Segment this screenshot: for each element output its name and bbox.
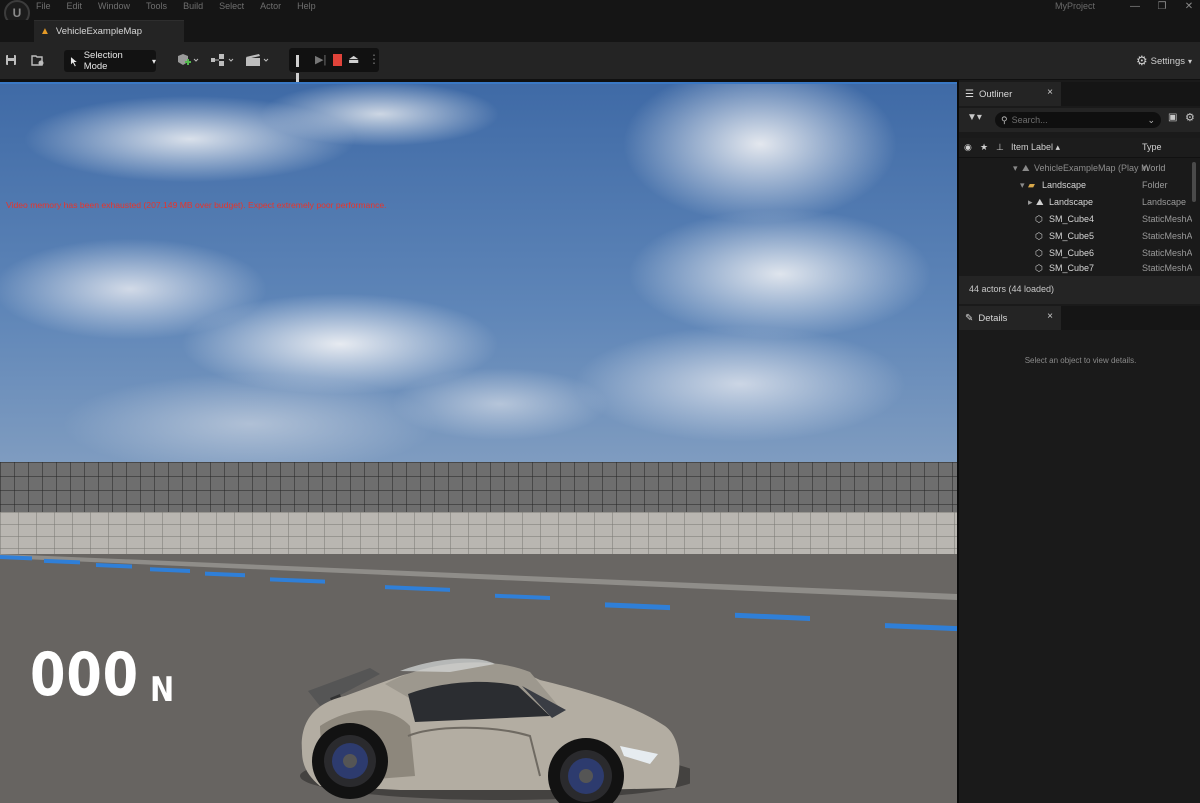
selection-mode-label: Selection Mode	[83, 50, 123, 72]
menu-select[interactable]: Select	[219, 0, 251, 12]
row-label: SM_Cube4	[1049, 214, 1095, 224]
more-options-icon[interactable]: ⋮	[368, 52, 380, 66]
pause-button[interactable]	[296, 54, 306, 85]
row-label: Landscape	[1049, 197, 1094, 207]
outliner-header: ◉ ★ ⊥ Item Label ▴ Type	[959, 138, 1200, 158]
outliner-tab[interactable]: ☰ Outliner ×	[959, 82, 1061, 106]
row-type: StaticMeshAc	[1142, 248, 1192, 258]
outliner-row[interactable]: ⬡ SM_Cube6 StaticMeshAc	[959, 245, 1195, 262]
level-viewport[interactable]: Video memory has been exhausted (207.149…	[0, 82, 957, 803]
menu-help[interactable]: Help	[297, 0, 323, 12]
gear-indicator: N	[150, 670, 175, 710]
outliner-search-input[interactable]: ⚲ Search... ⌄	[995, 112, 1161, 128]
unreal-editor-window: U File Edit Window Tools Build Select Ac…	[0, 0, 1200, 803]
settings-button[interactable]: ⚙ Settings ▾	[1136, 53, 1192, 69]
maximize-button[interactable]: ❐	[1155, 0, 1169, 14]
outliner-row[interactable]: ▸ ⛰ Landscape Landscape	[959, 194, 1195, 211]
outliner-search-row: ▼▾ ⚲ Search... ⌄ ▣ ⚙	[959, 108, 1200, 132]
row-type: Folder	[1142, 180, 1168, 190]
cinematics-icon[interactable]	[245, 53, 271, 70]
project-name: MyProject	[1055, 1, 1096, 11]
vehicle	[300, 658, 690, 803]
static-mesh-icon: ⬡	[1035, 248, 1043, 258]
sky	[0, 84, 957, 464]
item-label-column[interactable]: Item Label ▴	[1011, 142, 1060, 153]
outliner-row[interactable]: ▾ ⛰ VehicleExampleMap (Play In World	[959, 160, 1195, 177]
warning-icon: ▲	[40, 26, 50, 37]
main-menu: File Edit Window Tools Build Select Acto…	[36, 0, 332, 12]
gear-icon[interactable]: ⚙	[1185, 111, 1195, 124]
selection-mode-dropdown[interactable]: Selection Mode ▾	[64, 50, 156, 72]
row-type: StaticMeshAc	[1142, 263, 1192, 273]
row-label: VehicleExampleMap (Play In	[1034, 163, 1149, 173]
video-memory-warning: Video memory has been exhausted (207.149…	[6, 200, 387, 210]
static-mesh-icon: ⬡	[1035, 214, 1043, 224]
menu-build[interactable]: Build	[183, 0, 210, 12]
outliner-tab-label: Outliner	[978, 88, 1013, 100]
type-column[interactable]: Type	[1142, 142, 1162, 152]
add-actor-icon[interactable]	[176, 53, 200, 70]
outliner-row[interactable]: ▾ ▰ Landscape Folder	[959, 177, 1195, 194]
visibility-icon[interactable]: ◉	[964, 142, 972, 153]
menu-edit[interactable]: Edit	[67, 0, 90, 12]
collapse-arrow-icon[interactable]: ▸	[1028, 194, 1033, 211]
eject-icon[interactable]: ⏏	[348, 52, 359, 66]
search-icon: ⚲	[1001, 114, 1008, 125]
world-icon: ⛰	[1022, 163, 1030, 173]
chevron-down-icon: ▾	[1187, 56, 1192, 66]
add-folder-icon[interactable]: ▣	[1168, 112, 1177, 123]
grid-wall	[0, 462, 957, 514]
step-frame-icon[interactable]: ▶|	[315, 53, 326, 66]
menu-file[interactable]: File	[36, 0, 58, 12]
expand-arrow-icon[interactable]: ▾	[1020, 177, 1025, 194]
outliner-row[interactable]: ⬡ SM_Cube5 StaticMeshAc	[959, 228, 1195, 245]
outliner-icon: ☰	[965, 88, 974, 100]
row-type: Landscape	[1142, 197, 1187, 207]
cursor-icon	[70, 56, 77, 66]
row-type: StaticMeshAc	[1142, 214, 1192, 224]
content-browser-icon[interactable]	[31, 54, 45, 70]
menu-actor[interactable]: Actor	[260, 0, 288, 12]
row-type: World	[1142, 163, 1166, 173]
outliner-row[interactable]: ⬡ SM_Cube4 StaticMeshAc	[959, 211, 1195, 228]
blueprint-icon[interactable]	[210, 53, 236, 70]
level-tab[interactable]: ▲ VehicleExampleMap	[34, 20, 184, 42]
expand-arrow-icon[interactable]: ▾	[1013, 160, 1018, 177]
outliner-row[interactable]: ⬡ SM_Cube7 StaticMeshAc	[959, 262, 1195, 274]
pin-icon[interactable]: ⊥	[996, 142, 1004, 153]
right-panel: ☰ Outliner × ▼▾ ⚲ Search... ⌄ ▣ ⚙ ◉ ★ ⊥ …	[957, 80, 1200, 803]
close-window-button[interactable]: ✕	[1182, 0, 1196, 14]
stop-button[interactable]	[333, 54, 342, 66]
close-icon[interactable]: ×	[1047, 311, 1053, 322]
minimize-button[interactable]: —	[1128, 0, 1142, 14]
settings-label: Settings	[1150, 55, 1185, 67]
row-label: SM_Cube7	[1049, 263, 1095, 273]
details-tab[interactable]: ✎ Details ×	[959, 306, 1061, 330]
chevron-down-icon: ⌄	[1147, 114, 1155, 125]
filter-icon[interactable]: ▼▾	[967, 112, 982, 123]
menu-tools[interactable]: Tools	[146, 0, 174, 12]
level-tab-label: VehicleExampleMap	[55, 26, 142, 37]
landscape-icon: ⛰	[1036, 197, 1044, 207]
row-label: Landscape	[1042, 180, 1087, 190]
row-type: StaticMeshAc	[1142, 231, 1192, 241]
folder-icon: ▰	[1028, 180, 1035, 190]
close-icon[interactable]: ×	[1047, 87, 1053, 98]
search-placeholder: Search...	[1011, 115, 1048, 125]
row-label: SM_Cube5	[1049, 231, 1095, 241]
rear-wheel	[312, 723, 388, 799]
favorite-icon[interactable]: ★	[980, 142, 988, 153]
details-tab-label: Details	[978, 312, 1008, 324]
chevron-down-icon: ▾	[151, 56, 156, 66]
menu-window[interactable]: Window	[98, 0, 137, 12]
static-mesh-icon: ⬡	[1035, 231, 1043, 241]
actors-count: 44 actors (44 loaded)	[969, 284, 1055, 294]
gear-icon: ⚙	[1136, 53, 1148, 68]
speedometer-value: 000	[30, 640, 140, 710]
pencil-icon: ✎	[965, 312, 974, 324]
details-empty-message: Select an object to view details.	[1024, 356, 1137, 365]
row-label: SM_Cube6	[1049, 248, 1095, 258]
save-icon[interactable]	[5, 54, 17, 69]
static-mesh-icon: ⬡	[1035, 263, 1043, 273]
